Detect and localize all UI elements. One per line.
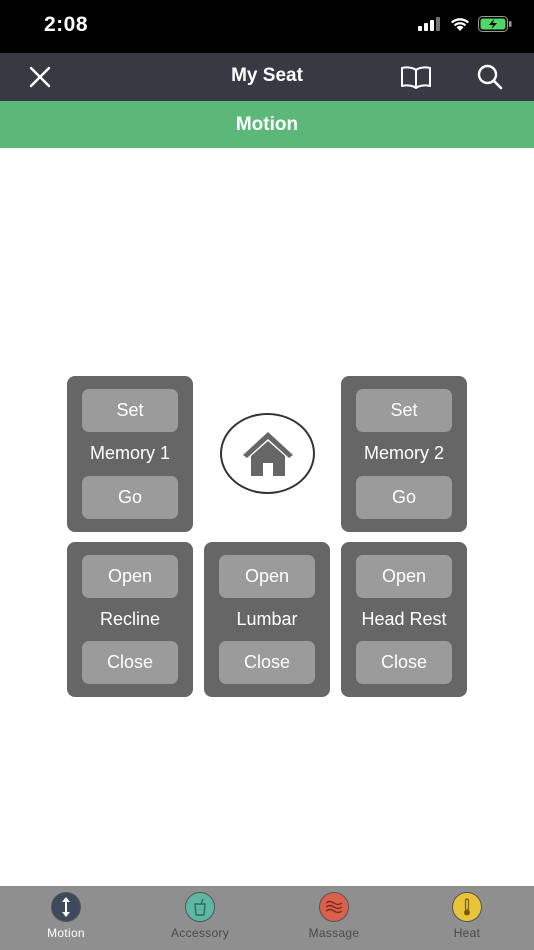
tab-accessory[interactable]: Accessory — [150, 892, 250, 944]
lumbar-label: Lumbar — [236, 609, 298, 629]
search-icon — [477, 64, 503, 90]
signal-icon — [418, 17, 440, 31]
battery-icon — [478, 16, 512, 32]
headrest-open-button[interactable]: Open — [356, 555, 452, 598]
lumbar-panel: Open Lumbar Close — [204, 542, 330, 697]
home-icon — [242, 431, 293, 476]
memory-2-panel: Set Memory 2 Go — [341, 376, 467, 532]
tab-accessory-label: Accessory — [170, 926, 230, 940]
recline-label: Recline — [99, 609, 161, 629]
memory-2-go-button[interactable]: Go — [356, 476, 452, 519]
lumbar-open-button[interactable]: Open — [219, 555, 315, 598]
headrest-close-button[interactable]: Close — [356, 641, 452, 684]
nav-bar: My Seat — [0, 53, 534, 101]
status-bar: 2:08 — [0, 0, 534, 53]
home-position-button[interactable] — [220, 413, 315, 494]
lumbar-close-button[interactable]: Close — [219, 641, 315, 684]
tab-heat-label: Heat — [453, 926, 481, 940]
memory-1-set-button[interactable]: Set — [82, 389, 178, 432]
page-title: My Seat — [231, 65, 303, 86]
book-icon — [401, 66, 431, 89]
section-header: Motion — [0, 101, 534, 148]
recline-open-button[interactable]: Open — [82, 555, 178, 598]
memory-1-go-button[interactable]: Go — [82, 476, 178, 519]
motion-icon — [51, 892, 81, 922]
memory-2-label: Memory 2 — [363, 443, 444, 463]
recline-close-button[interactable]: Close — [82, 641, 178, 684]
manual-button[interactable] — [400, 62, 432, 92]
massage-icon — [319, 892, 349, 922]
memory-2-set-button[interactable]: Set — [356, 389, 452, 432]
headrest-panel: Open Head Rest Close — [341, 542, 467, 697]
cup-icon — [185, 892, 215, 922]
wifi-icon — [451, 17, 469, 31]
status-icons — [418, 16, 512, 32]
thermometer-icon — [452, 892, 482, 922]
tab-motion-label: Motion — [47, 926, 85, 940]
recline-panel: Open Recline Close — [67, 542, 193, 697]
status-time: 2:08 — [44, 13, 89, 36]
headrest-label: Head Rest — [361, 609, 447, 629]
search-button[interactable] — [474, 62, 506, 92]
tab-bar: Motion Accessory Massage Heat — [0, 886, 534, 950]
tab-massage-label: Massage — [308, 926, 360, 940]
tab-motion[interactable]: Motion — [16, 892, 116, 944]
memory-1-panel: Set Memory 1 Go — [67, 376, 193, 532]
memory-1-label: Memory 1 — [89, 443, 170, 463]
tab-massage[interactable]: Massage — [284, 892, 384, 944]
tab-heat[interactable]: Heat — [417, 892, 517, 944]
